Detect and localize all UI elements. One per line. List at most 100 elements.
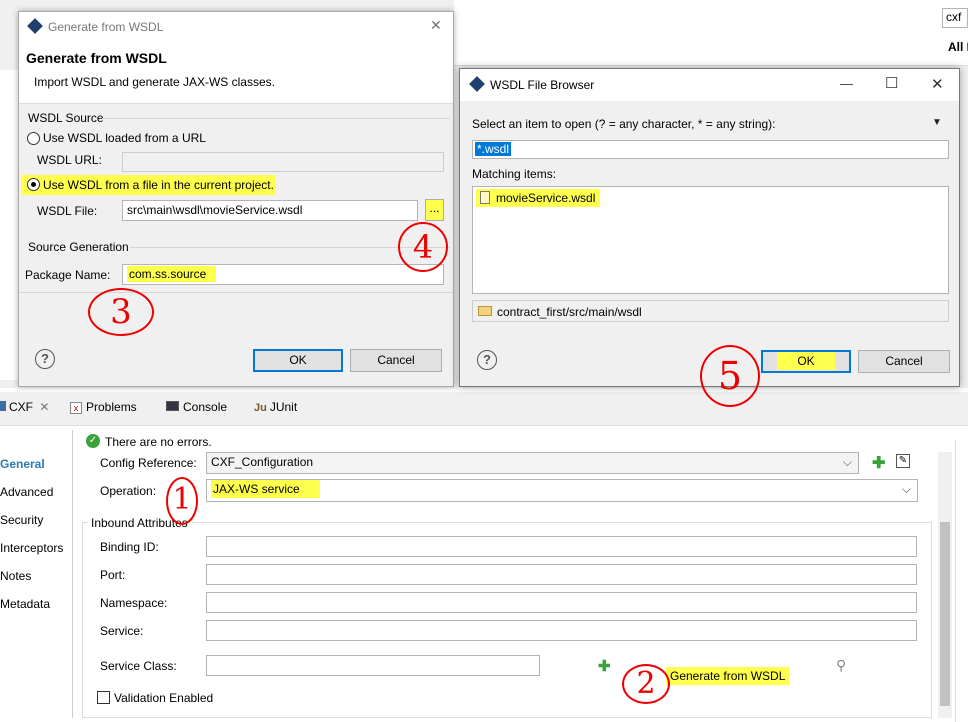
config-ref-select[interactable]: CXF_Configuration ⌵ — [206, 452, 859, 474]
status-ok-icon: ✓ — [86, 434, 100, 448]
annotation-2-label: 2 — [636, 666, 656, 701]
minimize-icon[interactable]: — — [840, 76, 853, 91]
service-label: Service: — [100, 624, 144, 638]
generate-dialog-header-title: Generate from WSDL — [26, 50, 167, 66]
matching-label: Matching items: — [472, 167, 557, 181]
wsdl-source-group-title: WSDL Source — [28, 111, 104, 125]
config-ref-label: Config Reference: — [100, 456, 197, 470]
annotation-5-label: 5 — [717, 354, 743, 398]
namespace-label: Namespace: — [100, 596, 168, 610]
annotation-3: 3 — [88, 288, 154, 336]
generate-dialog-header-desc: Import WSDL and generate JAX-WS classes. — [34, 75, 275, 89]
operation-value: JAX-WS service — [211, 480, 320, 498]
browser-cancel-button[interactable]: Cancel — [858, 350, 950, 373]
service-class-input[interactable] — [206, 655, 540, 676]
folder-path: contract_first/src/main/wsdl — [497, 305, 642, 319]
problems-icon: x — [70, 402, 82, 414]
sidebar-item-general[interactable]: General — [0, 457, 45, 471]
status-text: There are no errors. — [105, 435, 212, 449]
scroll-thumb[interactable] — [940, 522, 950, 706]
radio-url-label: Use WSDL loaded from a URL — [43, 131, 206, 145]
tab-console[interactable]: Console — [166, 400, 227, 414]
radio-file-dot — [31, 182, 36, 187]
wsdl-file-input[interactable]: src\main\wsdl\movieService.wsdl — [122, 200, 418, 221]
maximize-icon[interactable]: ☐ — [885, 74, 898, 92]
close-icon[interactable]: ✕ — [39, 400, 49, 414]
radio-file[interactable] — [27, 178, 40, 191]
config-ref-value: CXF_Configuration — [211, 455, 314, 469]
right-side-panel — [955, 440, 968, 722]
help-icon[interactable]: ? — [35, 349, 55, 369]
tab-junit[interactable]: Ju JUnit — [254, 400, 297, 414]
radio-url[interactable] — [27, 132, 40, 145]
tab-cxf-label: CXF — [9, 400, 33, 414]
operation-select[interactable]: JAX-WS service ⌵ — [206, 479, 918, 502]
service-input[interactable] — [206, 620, 917, 641]
help-icon[interactable]: ? — [477, 350, 497, 370]
wsdl-file-label: WSDL File: — [37, 204, 98, 218]
filter-value: *.wsdl — [475, 142, 512, 156]
sidebar-item-interceptors[interactable]: Interceptors — [0, 541, 63, 555]
generate-dialog-title: Generate from WSDL — [48, 20, 164, 34]
tab-bar — [0, 392, 968, 426]
sidebar-divider — [72, 430, 73, 718]
console-icon — [166, 401, 179, 411]
package-name-label: Package Name: — [25, 268, 111, 282]
tab-problems[interactable]: x Problems — [70, 400, 137, 414]
generate-from-wsdl-link[interactable]: Generate from WSDL — [666, 667, 790, 685]
port-input[interactable] — [206, 564, 917, 585]
list-item-label: movieService.wsdl — [496, 191, 596, 205]
service-class-label: Service Class: — [100, 659, 177, 673]
sidebar-item-notes[interactable]: Notes — [0, 569, 31, 583]
search-icon[interactable]: ⚲ — [836, 657, 846, 674]
junit-icon: Ju — [254, 402, 267, 414]
annotation-1-label: 1 — [172, 482, 192, 517]
port-label: Port: — [100, 568, 126, 582]
all-label: All I — [948, 40, 968, 54]
browser-ok-button[interactable]: OK — [761, 350, 851, 373]
close-icon[interactable]: ✕ — [430, 17, 442, 34]
tab-console-label: Console — [183, 400, 228, 414]
close-icon[interactable]: ✕ — [931, 75, 944, 93]
generate-cancel-button[interactable]: Cancel — [350, 349, 442, 372]
tab-junit-label: JUnit — [269, 400, 298, 414]
wsdl-file-icon — [480, 191, 490, 204]
add-icon[interactable]: ✚ — [598, 657, 611, 675]
browser-prompt: Select an item to open (? = any characte… — [472, 117, 776, 131]
edit-icon[interactable]: ✎ — [896, 454, 910, 468]
browser-ok-label: OK — [777, 352, 835, 370]
sidebar-item-advanced[interactable]: Advanced — [0, 485, 53, 499]
sidebar-item-metadata[interactable]: Metadata — [0, 597, 50, 611]
wsdl-url-input[interactable] — [122, 152, 444, 172]
annotation-5: 5 — [700, 345, 760, 407]
vertical-scrollbar[interactable] — [938, 452, 952, 718]
generate-footer-divider — [19, 292, 453, 293]
generate-ok-button[interactable]: OK — [253, 349, 343, 372]
cxf-icon — [0, 401, 6, 411]
search-input[interactable]: cxf — [942, 8, 968, 28]
chevron-down-icon: ⌵ — [842, 455, 852, 469]
filter-input[interactable]: *.wsdl — [472, 140, 949, 159]
menu-dropdown-icon[interactable]: ▼ — [932, 117, 942, 128]
radio-file-label: Use WSDL from a file in the current proj… — [43, 178, 274, 192]
validation-label: Validation Enabled — [114, 691, 214, 705]
list-item[interactable]: movieService.wsdl — [476, 189, 600, 207]
package-name-input[interactable]: com.ss.source — [122, 264, 444, 285]
sidebar-item-security[interactable]: Security — [0, 513, 43, 527]
add-icon[interactable]: ✚ — [872, 453, 885, 473]
tab-cxf[interactable]: CXF ✕ — [0, 400, 49, 414]
background-left-panel — [0, 70, 20, 380]
annotation-2: 2 — [622, 664, 670, 704]
annotation-1: 1 — [166, 477, 198, 525]
binding-id-label: Binding ID: — [100, 540, 159, 554]
browse-button[interactable]: ... — [425, 199, 444, 221]
browser-title: WSDL File Browser — [490, 78, 595, 92]
background-top-strip — [454, 0, 968, 66]
validation-checkbox[interactable] — [97, 691, 110, 704]
source-gen-group-title: Source Generation — [28, 240, 129, 254]
wsdl-source-divider — [102, 118, 450, 119]
folder-icon — [478, 306, 492, 316]
namespace-input[interactable] — [206, 592, 917, 613]
tab-problems-label: Problems — [86, 400, 137, 414]
binding-id-input[interactable] — [206, 536, 917, 557]
